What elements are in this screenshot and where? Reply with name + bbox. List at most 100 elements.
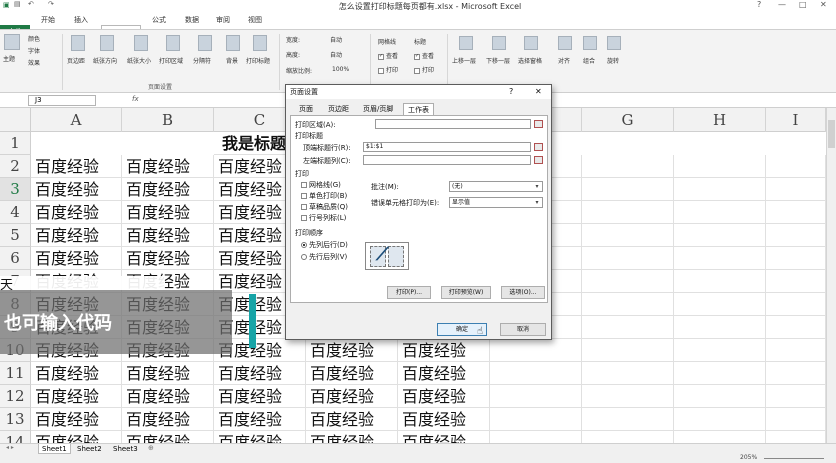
send-backward-button[interactable]: 下移一层 xyxy=(486,56,510,65)
name-box[interactable]: J3 xyxy=(28,95,96,106)
black-white-checkbox[interactable] xyxy=(301,193,307,199)
row-header[interactable]: 6 xyxy=(0,247,31,270)
grid-cell[interactable] xyxy=(582,385,674,408)
grid-cell[interactable] xyxy=(766,201,826,224)
grid-cell[interactable] xyxy=(582,270,674,293)
grid-cell[interactable] xyxy=(582,408,674,431)
option-row-col-headings[interactable]: 行号列标(L) xyxy=(301,213,346,223)
tab-review[interactable]: 审阅 xyxy=(216,15,230,25)
bring-forward-button[interactable]: 上移一层 xyxy=(452,56,476,65)
grid-cell[interactable]: 百度经验 xyxy=(214,362,306,385)
grid-cell[interactable] xyxy=(674,270,766,293)
options-button[interactable]: 选项(O)... xyxy=(501,286,545,299)
grid-cell[interactable] xyxy=(582,155,674,178)
grid-cell[interactable] xyxy=(490,408,582,431)
gridlines-print-checkbox[interactable] xyxy=(378,67,384,74)
print-button[interactable]: 打印(P)... xyxy=(387,286,431,299)
left-cols-ref-icon[interactable] xyxy=(534,156,543,164)
grid-cell[interactable]: 百度经验 xyxy=(306,339,398,362)
grid-cell[interactable] xyxy=(582,224,674,247)
grid-cell[interactable] xyxy=(674,408,766,431)
themes-button[interactable]: 主题 xyxy=(3,54,15,63)
zoom-slider[interactable] xyxy=(764,458,824,459)
print-titles-button[interactable]: 打印标题 xyxy=(246,56,270,65)
grid-cell[interactable]: 百度经验 xyxy=(122,362,214,385)
grid-cell[interactable] xyxy=(582,201,674,224)
draft-checkbox[interactable] xyxy=(301,204,307,210)
grid-cell[interactable] xyxy=(766,385,826,408)
sheet-tab-3[interactable]: Sheet3 xyxy=(110,444,141,454)
grid-cell[interactable] xyxy=(674,385,766,408)
grid-cell[interactable]: 百度经验 xyxy=(31,178,122,201)
fonts-button[interactable]: 字体 xyxy=(28,46,40,55)
column-header-g[interactable]: G xyxy=(582,108,674,132)
function-icon[interactable]: fx xyxy=(132,95,139,103)
column-header-i[interactable]: I xyxy=(766,108,826,132)
grid-cell[interactable] xyxy=(674,178,766,201)
grid-cell[interactable] xyxy=(766,270,826,293)
left-cols-input[interactable] xyxy=(363,155,531,165)
orientation-button[interactable]: 纸张方向 xyxy=(93,56,117,65)
over-then-down-radio[interactable] xyxy=(301,254,307,260)
comments-select[interactable]: (无) ▾ xyxy=(449,181,543,192)
maximize-button[interactable]: □ xyxy=(799,0,807,9)
grid-cell[interactable]: 百度经验 xyxy=(306,385,398,408)
grid-cell[interactable] xyxy=(674,201,766,224)
row-header[interactable]: 1 xyxy=(0,132,31,155)
colors-button[interactable]: 颜色 xyxy=(28,34,40,43)
row-header[interactable]: 4 xyxy=(0,201,31,224)
grid-cell[interactable]: 百度经验 xyxy=(398,339,490,362)
breaks-button[interactable]: 分隔符 xyxy=(193,56,211,65)
grid-cell[interactable] xyxy=(674,362,766,385)
close-button[interactable]: ✕ xyxy=(820,0,827,9)
grid-cell[interactable]: 百度经验 xyxy=(214,408,306,431)
grid-cell[interactable] xyxy=(582,293,674,316)
grid-cell[interactable]: 百度经验 xyxy=(306,362,398,385)
grid-cell[interactable] xyxy=(674,316,766,339)
headings-view-checkbox[interactable] xyxy=(414,53,420,60)
tab-data[interactable]: 数据 xyxy=(185,15,199,25)
effects-button[interactable]: 效果 xyxy=(28,58,40,67)
select-all-corner[interactable] xyxy=(0,108,31,132)
headings-print-checkbox[interactable] xyxy=(414,67,420,74)
dialog-close-button[interactable]: ✕ xyxy=(535,85,542,99)
vertical-scrollbar[interactable] xyxy=(826,108,836,443)
grid-cell[interactable] xyxy=(766,247,826,270)
print-preview-button[interactable]: 打印预览(W) xyxy=(441,286,491,299)
save-icon[interactable]: ▤ xyxy=(14,0,21,8)
top-rows-ref-icon[interactable] xyxy=(534,143,543,151)
row-col-headings-checkbox[interactable] xyxy=(301,215,307,221)
grid-cell[interactable]: 百度经验 xyxy=(398,385,490,408)
grid-cell[interactable]: 百度经验 xyxy=(122,178,214,201)
undo-icon[interactable]: ↶ xyxy=(28,0,34,8)
grid-cell[interactable] xyxy=(766,293,826,316)
tab-home[interactable]: 开始 xyxy=(41,15,55,25)
sheet-nav-icon[interactable]: ◂ ▸ xyxy=(6,444,14,451)
grid-cell[interactable]: 百度经验 xyxy=(214,385,306,408)
row-header[interactable]: 13 xyxy=(0,408,31,431)
grid-cell[interactable]: 百度经验 xyxy=(122,247,214,270)
grid-cell[interactable]: 百度经验 xyxy=(31,247,122,270)
grid-cell[interactable]: 百度经验 xyxy=(122,201,214,224)
grid-cell[interactable]: 百度经验 xyxy=(306,408,398,431)
row-header[interactable]: 11 xyxy=(0,362,31,385)
grid-cell[interactable] xyxy=(674,293,766,316)
grid-cell[interactable]: 百度经验 xyxy=(398,408,490,431)
grid-cell[interactable]: 百度经验 xyxy=(31,385,122,408)
background-button[interactable]: 背景 xyxy=(226,56,238,65)
grid-cell[interactable] xyxy=(766,339,826,362)
grid-cell[interactable] xyxy=(766,224,826,247)
grid-cell[interactable]: 百度经验 xyxy=(122,155,214,178)
grid-cell[interactable]: 百度经验 xyxy=(122,224,214,247)
scrollbar-thumb[interactable] xyxy=(828,120,835,148)
grid-cell[interactable] xyxy=(674,339,766,362)
column-header-h[interactable]: H xyxy=(674,108,766,132)
new-sheet-icon[interactable]: ⊕ xyxy=(148,444,154,452)
grid-cell[interactable]: 百度经验 xyxy=(31,224,122,247)
grid-cell[interactable] xyxy=(582,247,674,270)
group-button[interactable]: 组合 xyxy=(583,56,595,65)
grid-cell[interactable] xyxy=(582,316,674,339)
print-area-button[interactable]: 打印区域 xyxy=(159,56,183,65)
tab-formulas[interactable]: 公式 xyxy=(152,15,166,25)
rotate-button[interactable]: 旋转 xyxy=(607,56,619,65)
